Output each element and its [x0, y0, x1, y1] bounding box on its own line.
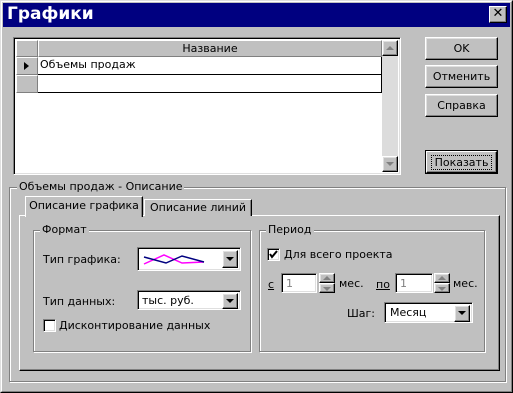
arrow-down-icon — [323, 287, 331, 291]
row-name-cell[interactable] — [38, 75, 382, 93]
step-value: Месяц — [390, 306, 427, 319]
close-icon: ✕ — [492, 6, 504, 21]
chart-type-label: Тип графика: — [43, 253, 121, 266]
description-group-label: Объемы продаж - Описание — [17, 180, 185, 193]
data-type-label: Тип данных: — [43, 295, 116, 308]
to-month-spinner[interactable] — [434, 273, 450, 293]
row-indicator[interactable] — [16, 57, 38, 75]
tab-lines-description[interactable]: Описание линий — [144, 199, 252, 216]
from-unit-label: мес. — [339, 277, 364, 290]
ok-button-label: OK — [453, 42, 470, 55]
step-label: Шаг: — [347, 307, 375, 320]
data-type-dropdown-button[interactable] — [222, 293, 238, 309]
discount-checkbox[interactable] — [43, 319, 56, 332]
table-row[interactable] — [16, 75, 382, 93]
arrow-down-icon — [438, 287, 446, 291]
chevron-down-icon — [226, 299, 234, 303]
to-spin-up-button[interactable] — [434, 273, 450, 283]
from-month-input[interactable]: 1 — [281, 273, 317, 293]
chart-type-select[interactable] — [137, 247, 241, 271]
show-button-label: Показать — [430, 154, 493, 170]
from-spin-up-button[interactable] — [319, 273, 335, 283]
title-bar[interactable]: Графики ✕ — [3, 3, 510, 27]
to-unit-label: мес. — [453, 277, 478, 290]
arrow-up-icon — [386, 46, 394, 50]
column-header-name[interactable]: Название — [38, 40, 382, 57]
to-month-value: 1 — [400, 277, 407, 290]
data-type-value: тыс. руб. — [142, 294, 194, 307]
from-month-spinner[interactable] — [319, 273, 335, 293]
current-row-arrow-icon — [24, 62, 29, 70]
window-title: Графики — [7, 4, 94, 24]
from-label: с — [268, 278, 275, 291]
scroll-up-button[interactable] — [382, 40, 398, 56]
row-name-cell[interactable]: Объемы продаж — [38, 57, 382, 75]
chart-type-dropdown-button[interactable] — [222, 250, 238, 268]
from-spin-down-button[interactable] — [319, 283, 335, 293]
cancel-button-label: Отменить — [432, 70, 491, 83]
format-group-label: Формат — [40, 223, 89, 236]
chart-type-preview-icon — [143, 254, 205, 265]
arrow-down-icon — [386, 162, 394, 166]
charts-grid[interactable]: Название Объемы продаж — [13, 37, 401, 175]
row-selector-header — [16, 40, 38, 57]
close-button[interactable]: ✕ — [489, 6, 507, 23]
table-row[interactable]: Объемы продаж — [16, 57, 382, 75]
cancel-button[interactable]: Отменить — [425, 65, 498, 88]
step-select[interactable]: Месяц — [384, 302, 473, 323]
help-button[interactable]: Справка — [425, 94, 498, 117]
discount-label: Дисконтирование данных — [59, 319, 211, 332]
to-month-input[interactable]: 1 — [395, 273, 433, 293]
ok-button[interactable]: OK — [425, 37, 498, 60]
step-dropdown-button[interactable] — [454, 305, 470, 322]
row-indicator[interactable] — [16, 75, 38, 93]
arrow-up-icon — [438, 276, 446, 280]
chevron-down-icon — [458, 311, 466, 315]
grid-header: Название — [16, 40, 382, 57]
whole-project-label: Для всего проекта — [284, 248, 393, 261]
to-label: по — [376, 278, 390, 291]
from-month-value: 1 — [286, 277, 293, 290]
arrow-up-icon — [323, 276, 331, 280]
to-spin-down-button[interactable] — [434, 283, 450, 293]
chevron-down-icon — [226, 257, 234, 261]
help-button-label: Справка — [437, 99, 486, 112]
checkmark-icon — [269, 250, 278, 259]
data-type-select[interactable]: тыс. руб. — [137, 290, 241, 310]
tab-chart-description-label: Описание графика — [29, 199, 139, 212]
show-button[interactable]: Показать — [425, 150, 498, 174]
grid-vertical-scrollbar[interactable] — [382, 40, 398, 172]
scroll-down-button[interactable] — [382, 156, 398, 172]
whole-project-checkbox[interactable] — [267, 248, 280, 261]
tab-chart-description[interactable]: Описание графика — [25, 196, 143, 217]
dialog-window: Графики ✕ Название Объемы продаж OK Отме… — [0, 0, 513, 393]
tab-lines-description-label: Описание линий — [149, 201, 247, 214]
period-group-label: Период — [266, 223, 314, 236]
